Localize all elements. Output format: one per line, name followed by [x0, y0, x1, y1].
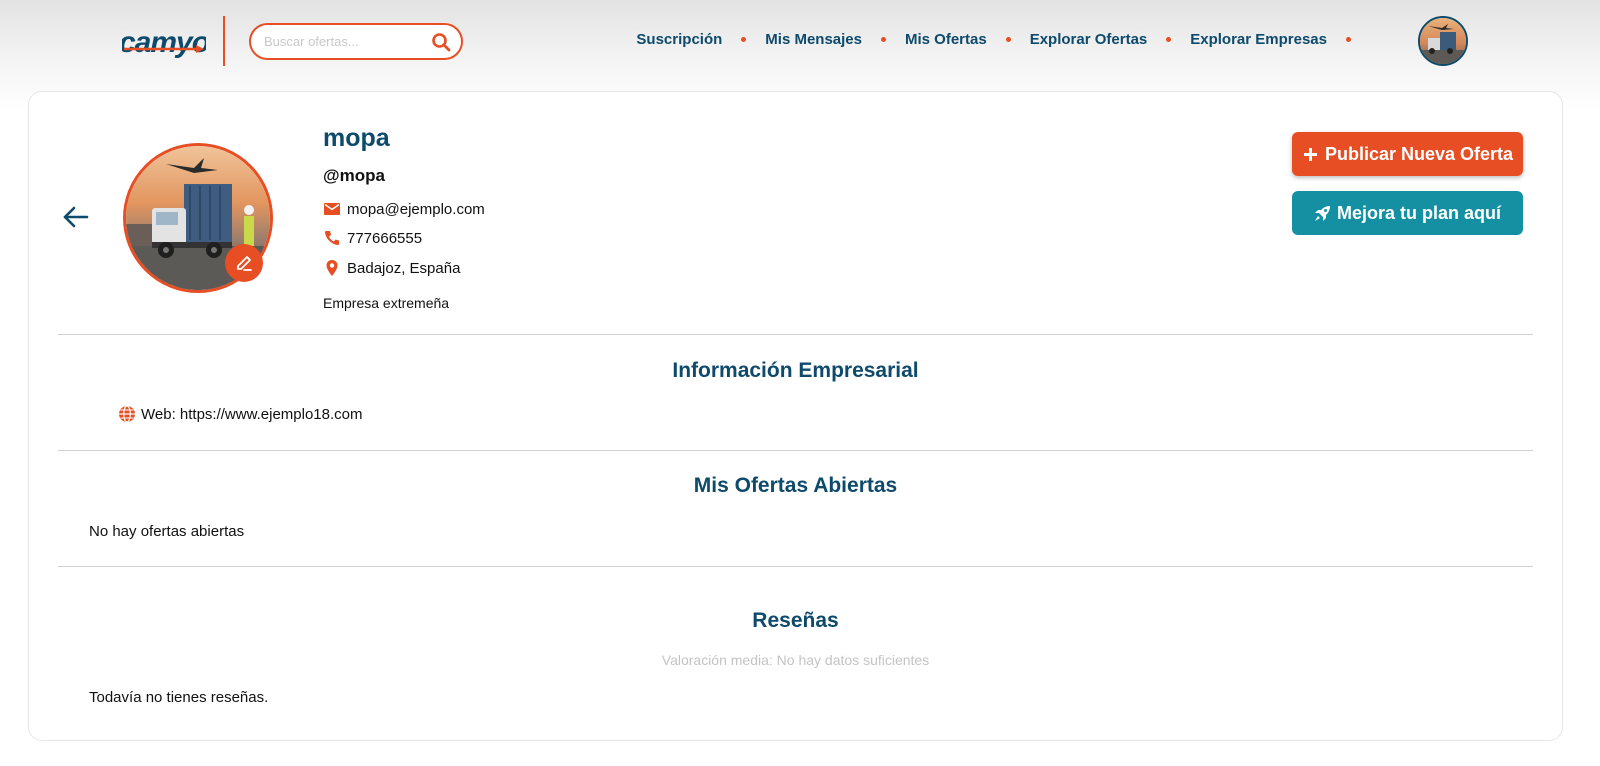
- phone-line: 777666555: [323, 229, 422, 247]
- profile-email: mopa@ejemplo.com: [347, 200, 485, 218]
- upgrade-plan-label: Mejora tu plan aquí: [1336, 202, 1501, 223]
- profile-phone: 777666555: [347, 229, 423, 247]
- globe-icon: [119, 405, 135, 423]
- search-input[interactable]: [264, 34, 431, 49]
- pencil-icon: [237, 256, 252, 271]
- truck-photo-icon: [1420, 18, 1466, 64]
- search-icon[interactable]: [431, 32, 451, 52]
- nav-separator: [1005, 37, 1011, 42]
- publish-offer-button[interactable]: Publicar Nueva Oferta: [1292, 132, 1523, 176]
- nav-separator: [1346, 37, 1351, 42]
- profile-description: Empresa extremeña: [323, 295, 450, 311]
- location-line: Badajoz, España: [323, 259, 460, 277]
- section-divider: [58, 566, 1533, 567]
- business-info-title: Información Empresarial: [672, 359, 919, 382]
- reviews-empty: Todavía no tienes reseñas.: [89, 689, 269, 706]
- nav-explore-offers[interactable]: Explorar Ofertas: [1030, 31, 1148, 48]
- email-line: mopa@ejemplo.com: [323, 200, 485, 218]
- mail-icon: [324, 203, 340, 215]
- camyo-logo[interactable]: camyo: [122, 14, 206, 66]
- rocket-icon: [1314, 205, 1330, 221]
- profile-handle: @mopa: [323, 166, 385, 185]
- user-avatar[interactable]: [1418, 16, 1468, 66]
- upgrade-plan-button[interactable]: Mejora tu plan aquí: [1292, 191, 1523, 235]
- back-arrow-icon[interactable]: [62, 205, 90, 229]
- nav-separator: [1166, 37, 1172, 42]
- edit-photo-button[interactable]: [225, 244, 263, 282]
- section-divider: [58, 334, 1533, 335]
- logo-text: camyo: [122, 26, 206, 59]
- open-offers-title: Mis Ofertas Abiertas: [693, 474, 898, 497]
- section-divider: [58, 450, 1533, 451]
- nav-my-offers[interactable]: Mis Ofertas: [905, 31, 987, 48]
- profile-location: Badajoz, España: [347, 259, 461, 277]
- main-nav: Suscripción Mis Mensajes Mis Ofertas Exp…: [636, 31, 1370, 48]
- location-pin-icon: [326, 260, 338, 276]
- reviews-average: Valoración media: No hay datos suficient…: [661, 652, 930, 668]
- nav-messages[interactable]: Mis Mensajes: [765, 31, 862, 48]
- search-box[interactable]: [249, 23, 463, 60]
- nav-explore-companies[interactable]: Explorar Empresas: [1190, 31, 1327, 48]
- company-website[interactable]: Web: https://www.ejemplo18.com: [141, 406, 362, 423]
- open-offers-empty: No hay ofertas abiertas: [89, 523, 245, 540]
- nav-subscription[interactable]: Suscripción: [636, 31, 722, 48]
- profile-name: mopa: [323, 124, 390, 152]
- phone-icon: [325, 231, 339, 245]
- publish-offer-label: Publicar Nueva Oferta: [1324, 143, 1514, 164]
- plus-icon: [1303, 147, 1317, 161]
- logo-divider: [223, 16, 225, 66]
- nav-separator: [741, 37, 747, 42]
- web-line: Web: https://www.ejemplo18.com: [118, 405, 362, 423]
- nav-separator: [881, 37, 886, 42]
- reviews-title: Reseñas: [752, 609, 839, 632]
